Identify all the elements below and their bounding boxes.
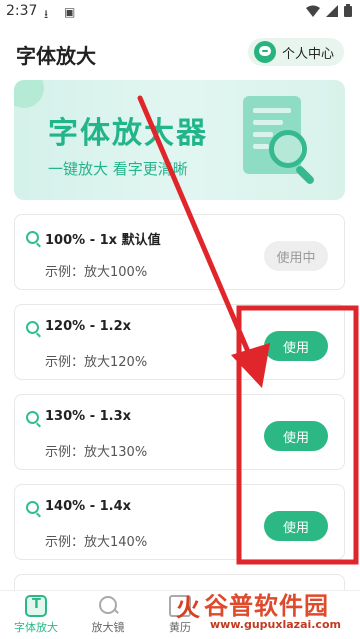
search-bullet-icon xyxy=(26,231,39,244)
search-bullet-icon xyxy=(26,501,39,514)
nav-font-zoom[interactable]: 字体放大 xyxy=(6,595,66,635)
status-bar: 2:37 ⭳ ▣ xyxy=(0,0,360,24)
status-time: 2:37 xyxy=(6,3,38,19)
search-bullet-icon xyxy=(26,321,39,334)
download-icon: ⭳ xyxy=(44,7,49,21)
scale-option-card[interactable]: 130% - 1.3x 示例：放大130% 使用 xyxy=(14,394,345,470)
wifi-icon xyxy=(306,5,320,17)
banner-subtitle: 一键放大 看字更清晰 xyxy=(48,160,188,178)
site-watermark: 火 谷普软件园 www.gupuxlazai.com xyxy=(176,584,360,639)
watermark-url: www.gupuxlazai.com xyxy=(210,618,341,631)
option-title: 100% - 1x 默认值 xyxy=(45,233,161,248)
use-button[interactable]: 使用 xyxy=(264,421,328,451)
scale-option-card[interactable]: 140% - 1.4x 示例：放大140% 使用 xyxy=(14,484,345,560)
nav-magnifier[interactable]: 放大镜 xyxy=(78,595,138,635)
signal-icon xyxy=(326,4,338,17)
robot-avatar-icon xyxy=(253,41,276,63)
battery-icon xyxy=(344,4,352,17)
option-title: 140% - 1.4x xyxy=(45,499,132,514)
magnifier-icon xyxy=(97,595,119,617)
page-title: 字体放大 xyxy=(16,44,96,68)
in-use-button[interactable]: 使用中 xyxy=(264,241,328,271)
profile-label: 个人中心 xyxy=(281,46,334,62)
option-title: 130% - 1.3x xyxy=(45,409,132,424)
option-title: 120% - 1.2x xyxy=(45,319,132,334)
notification-icon: ▣ xyxy=(64,5,76,19)
nav-label: 字体放大 xyxy=(14,621,58,634)
search-bullet-icon xyxy=(26,411,39,424)
nav-label: 放大镜 xyxy=(91,621,125,634)
feature-banner: 字体放大器 一键放大 看字更清晰 xyxy=(14,80,345,200)
document-magnifier-icon xyxy=(237,94,319,186)
profile-button[interactable]: 个人中心 xyxy=(247,38,344,66)
option-example: 示例：放大130% xyxy=(45,445,148,460)
use-button[interactable]: 使用 xyxy=(264,331,328,361)
scale-option-card[interactable]: 100% - 1x 默认值 示例：放大100% 使用中 xyxy=(14,214,345,290)
banner-decoration xyxy=(14,80,44,108)
watermark-logo-icon: 火 xyxy=(176,594,200,622)
banner-title: 字体放大器 xyxy=(48,116,208,151)
watermark-brand: 谷普软件园 xyxy=(204,592,329,620)
app-header: 字体放大 个人中心 xyxy=(0,30,360,76)
option-example: 示例：放大140% xyxy=(45,535,148,550)
scale-option-card[interactable]: 120% - 1.2x 示例：放大120% 使用 xyxy=(14,304,345,380)
use-button[interactable]: 使用 xyxy=(264,511,328,541)
text-icon xyxy=(25,595,47,617)
option-example: 示例：放大100% xyxy=(45,265,148,280)
option-example: 示例：放大120% xyxy=(45,355,148,370)
